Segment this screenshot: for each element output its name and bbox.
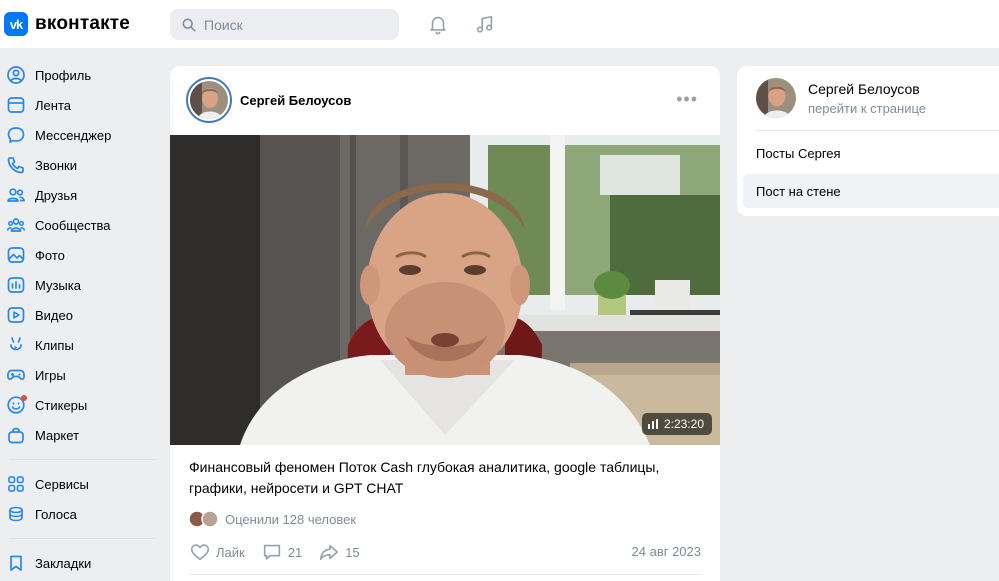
profile-link[interactable]: Сергей Белоусов перейти к странице <box>756 78 926 118</box>
sidebar-item-photo[interactable]: Фото <box>0 240 160 270</box>
sidebar-item-services[interactable]: Сервисы <box>0 469 160 499</box>
bag-icon <box>8 427 24 444</box>
vk-logo[interactable]: vk вконтакте <box>4 12 130 36</box>
sidebar-divider <box>10 459 155 460</box>
sidebar-item-communities[interactable]: Сообщества <box>0 210 160 240</box>
sidebar-item-bookmarks[interactable]: Закладки <box>0 548 160 578</box>
search-icon <box>182 18 196 31</box>
sidebar-item-label: Видео <box>35 307 73 323</box>
post-actions: Лайк 21 15 24 авг 2023 <box>189 540 701 564</box>
bell-icon[interactable] <box>427 13 449 35</box>
sidebar-item-label: Маркет <box>35 427 80 443</box>
sidebar-item-label: Друзья <box>35 187 78 203</box>
comment-button[interactable]: 21 <box>261 541 302 563</box>
logo-text: вконтакте <box>35 13 131 34</box>
likers-summary[interactable]: Оценили 128 человек <box>189 510 356 528</box>
sidebar-item-calls[interactable]: Звонки <box>0 150 160 180</box>
video-icon <box>7 307 25 323</box>
top-header: vk вконтакте <box>0 0 999 48</box>
sidebar-item-messenger[interactable]: Мессенджер <box>0 120 160 150</box>
liker-avatars <box>189 510 219 528</box>
sidebar-item-clips[interactable]: Клипы <box>0 330 160 360</box>
bookmark-icon <box>10 555 22 571</box>
post-card: Сергей Белоусов ••• 2:23:20 Финансовый ф… <box>170 66 720 581</box>
phone-icon <box>7 157 24 174</box>
panel-user-name: Сергей Белоусов <box>808 80 920 97</box>
sidebar-item-label: Закладки <box>35 555 92 571</box>
heart-icon <box>190 544 210 561</box>
gamepad-icon <box>7 369 25 381</box>
go-to-page-link[interactable]: перейти к странице <box>808 101 926 116</box>
post-date[interactable]: 24 авг 2023 <box>632 544 701 559</box>
coins-icon <box>9 506 23 522</box>
video-player[interactable]: 2:23:20 <box>170 135 720 445</box>
panel-names: Сергей Белоусов перейти к странице <box>808 81 926 116</box>
panel-divider <box>756 130 999 131</box>
sidebar-item-label: Музыка <box>35 277 81 293</box>
clips-icon <box>10 337 22 351</box>
post-header: Сергей Белоусов ••• <box>170 66 720 134</box>
avatar-image <box>190 81 228 119</box>
share-icon <box>320 544 339 561</box>
search-input[interactable] <box>204 16 384 33</box>
likers-count-text: Оценили 128 человек <box>225 511 357 527</box>
user-circle-icon <box>7 66 25 84</box>
left-sidebar: Профиль Лента Мессенджер Звонки Друзья С… <box>0 60 160 578</box>
sidebar-item-market[interactable]: Маркет <box>0 420 160 450</box>
shares-count: 15 <box>345 544 360 560</box>
sidebar-item-label: Голоса <box>35 506 77 522</box>
more-options-icon[interactable]: ••• <box>676 90 698 108</box>
sidebar-item-video[interactable]: Видео <box>0 300 160 330</box>
sidebar-item-friends[interactable]: Друзья <box>0 180 160 210</box>
music-icon <box>7 277 25 293</box>
sidebar-item-label: Мессенджер <box>35 127 112 143</box>
sidebar-item-label: Звонки <box>35 157 77 173</box>
communities-icon <box>6 218 26 232</box>
like-button[interactable]: Лайк <box>189 541 245 563</box>
author-avatar[interactable] <box>186 77 232 123</box>
friends-icon <box>7 188 25 202</box>
panel-avatar <box>756 78 796 118</box>
post-author-name[interactable]: Сергей Белоусов <box>240 93 351 108</box>
sidebar-item-label: Сервисы <box>35 476 89 492</box>
comment-icon <box>263 544 280 560</box>
post-divider <box>189 574 701 575</box>
sidebar-item-votes[interactable]: Голоса <box>0 499 160 529</box>
sidebar-item-feed[interactable]: Лента <box>0 90 160 120</box>
search-box[interactable] <box>170 9 399 40</box>
message-icon <box>7 127 25 143</box>
music-icon[interactable] <box>474 13 496 35</box>
video-duration-badge: 2:23:20 <box>641 413 712 435</box>
comments-count: 21 <box>287 544 303 560</box>
grid-icon <box>8 476 24 492</box>
sidebar-item-games[interactable]: Игры <box>0 360 160 390</box>
sidebar-item-profile[interactable]: Профиль <box>0 60 160 90</box>
sidebar-item-label: Фото <box>35 247 65 263</box>
share-button[interactable]: 15 <box>318 541 360 563</box>
sidebar-divider <box>10 538 155 539</box>
sidebar-item-label: Лента <box>35 97 71 113</box>
like-label: Лайк <box>216 544 245 560</box>
photo-icon <box>7 247 25 263</box>
right-panel: Сергей Белоусов перейти к странице Посты… <box>737 66 999 216</box>
sidebar-item-label: Сообщества <box>35 217 111 233</box>
tab-user-posts[interactable]: Посты Сергея <box>743 136 999 170</box>
vk-logo-icon: vk <box>4 12 28 36</box>
sidebar-item-label: Игры <box>35 367 66 383</box>
views-bars-icon <box>647 419 658 429</box>
post-text: Финансовый феномен Поток Cash глубокая а… <box>189 459 660 496</box>
feed-icon <box>7 97 25 113</box>
sidebar-item-label: Стикеры <box>35 397 88 413</box>
sidebar-item-stickers[interactable]: Стикеры <box>0 390 160 420</box>
sidebar-item-music[interactable]: Музыка <box>0 270 160 300</box>
tab-wall-post[interactable]: Пост на стене <box>743 174 999 208</box>
sidebar-item-label: Профиль <box>35 67 92 83</box>
video-thumbnail <box>170 135 720 445</box>
notification-dot <box>21 395 27 401</box>
video-duration: 2:23:20 <box>663 417 704 431</box>
sidebar-item-label: Клипы <box>35 337 74 353</box>
